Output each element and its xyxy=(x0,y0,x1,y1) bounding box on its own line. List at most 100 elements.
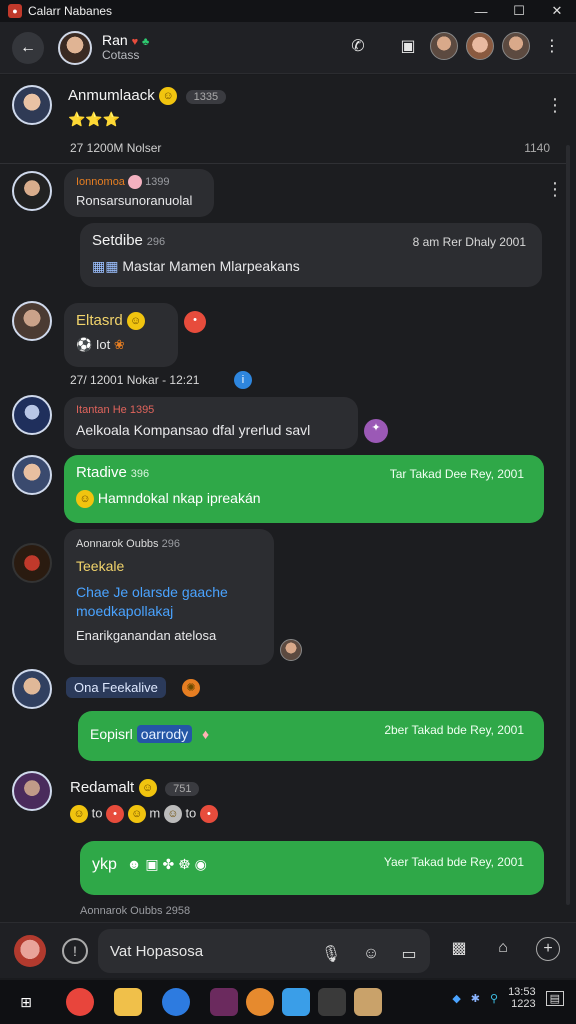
phone-icon[interactable]: ✆ xyxy=(344,32,372,60)
attach-icon[interactable]: ! xyxy=(62,938,88,964)
more-icon[interactable]: ⋮ xyxy=(538,32,566,60)
clock-time: 13:53 xyxy=(508,986,536,998)
time-pill: 296 xyxy=(161,538,180,550)
header-actions: ✆ ▣ ⋮ xyxy=(344,32,566,60)
avatar[interactable] xyxy=(12,669,52,709)
mention-tag[interactable]: Ona Feekalive xyxy=(66,677,166,698)
minimize-button[interactable]: — xyxy=(462,0,500,22)
back-button[interactable]: ← xyxy=(12,31,44,64)
mic-icon[interactable]: 🎙 xyxy=(320,943,342,965)
sender-name: Aonnarok Oubbs xyxy=(76,538,159,550)
video-icon[interactable]: ▣ xyxy=(394,32,422,60)
windows-start-icon[interactable]: ⊞ xyxy=(12,988,40,1016)
message-input-box[interactable]: 🎙 ☺ ▭ xyxy=(98,929,430,973)
close-button[interactable]: ✕ xyxy=(538,0,576,22)
more-icon[interactable]: ⋮ xyxy=(546,179,564,200)
message-bubble[interactable]: Ionnomoa 1399 Ronsarsunoranuolal xyxy=(64,169,214,217)
message-bubble[interactable]: Aonnarok Oubbs 296 Teekale Chae Je olars… xyxy=(64,529,274,665)
participant-avatar[interactable] xyxy=(430,32,458,60)
message-header: Redamalt ☺ 751 xyxy=(70,779,200,797)
sun-emoji-icon: ✺ xyxy=(182,679,200,697)
notification-icon[interactable]: ▤ xyxy=(545,990,564,1006)
reaction-icon[interactable]: ✦ xyxy=(364,419,388,443)
timestamp: 8 am Rer Dhaly 2001 xyxy=(412,235,526,249)
composer-bar: ! 🎙 ☺ ▭ ▩ ⌂ + xyxy=(0,922,576,978)
window-title: Calarr Nabanes xyxy=(28,4,113,18)
avatar[interactable] xyxy=(12,171,52,211)
reactions[interactable]: ☺ to • ☺ m ☺ to • xyxy=(70,805,218,823)
chrome-icon[interactable] xyxy=(66,988,94,1016)
avatar[interactable] xyxy=(12,301,52,341)
reactions[interactable]: ⭐⭐⭐ xyxy=(68,111,120,128)
message-text: Hamndokal nkap ipreakán xyxy=(97,489,261,506)
message-input[interactable] xyxy=(110,939,310,963)
gift-icon[interactable]: ⌂ xyxy=(492,937,514,959)
avatar[interactable] xyxy=(12,771,52,811)
date-separator: 27/ 12001 Nokar - 12:21 xyxy=(70,373,200,387)
window-controls: — ☐ ✕ xyxy=(462,0,576,22)
clock[interactable]: 13:53 1223 xyxy=(508,986,536,1010)
smile-emoji-icon: ☺ xyxy=(126,312,145,331)
mention-tag[interactable]: oarrody xyxy=(136,725,193,743)
sender-name: Anmumlaack xyxy=(68,87,155,105)
sticker-icon[interactable]: ▭ xyxy=(398,943,420,965)
message-text: Iot xyxy=(95,336,111,352)
participant-avatar[interactable] xyxy=(502,32,530,60)
app-icon[interactable] xyxy=(210,988,238,1016)
reaction-label: m xyxy=(149,805,161,821)
messenger-icon[interactable] xyxy=(162,988,190,1016)
message-text: Eopisrl xyxy=(90,726,133,742)
app-icon[interactable] xyxy=(282,988,310,1016)
folder-icon[interactable] xyxy=(114,988,142,1016)
more-icon[interactable]: ⋮ xyxy=(546,95,564,116)
message-text: Ronsarsunoranuolal xyxy=(76,193,193,209)
sender-name: Eltasrd xyxy=(76,312,123,329)
sender-name: Ionnomoa xyxy=(76,176,125,188)
network-icon[interactable]: ◆ xyxy=(452,992,460,1005)
message-text: Mastar Mamen Mlarpeakans xyxy=(122,257,300,274)
time-pill: 751 xyxy=(165,782,200,797)
message-bubble[interactable]: ykp ☻ ▣ ✤ ☸ ◉ Yaer Takad bde Rey, 2001 xyxy=(80,841,544,895)
bluetooth-icon[interactable]: ✱ xyxy=(471,992,480,1005)
avatar[interactable] xyxy=(12,395,52,435)
gallery-icon[interactable]: ▩ xyxy=(448,937,470,959)
maximize-button[interactable]: ☐ xyxy=(500,0,538,22)
face-emoji-icon: • xyxy=(106,805,125,823)
emoji-icon[interactable]: ☺ xyxy=(360,943,382,965)
contact-info[interactable]: Ran ♥ ♣ Cotass xyxy=(102,32,149,62)
read-receipt-avatar xyxy=(280,639,302,661)
app-icon[interactable] xyxy=(246,988,274,1016)
message-bubble[interactable]: Eopisrl oarrody ♦ 2ber Takad bde Rey, 20… xyxy=(78,711,544,761)
avatar[interactable] xyxy=(12,85,52,125)
self-avatar[interactable] xyxy=(14,935,46,967)
message-bubble[interactable]: Eltasrd ☺ ⚽ Iot ❀ xyxy=(64,303,178,367)
contact-avatar[interactable] xyxy=(58,30,92,65)
message-bubble[interactable]: Itantan He 1395 Aelkoala Kompansao dfal … xyxy=(64,397,358,449)
time-pill: 396 xyxy=(130,468,150,480)
app-icon: ● xyxy=(8,4,22,18)
time-pill: 296 xyxy=(146,236,166,248)
participant-avatar[interactable] xyxy=(466,32,494,60)
message-link[interactable]: Chae Je olarsde gaache moedkapollakaj xyxy=(76,583,262,619)
soccer-icon: ⚽ xyxy=(76,336,93,352)
time-pill: 1335 xyxy=(185,90,227,105)
timestamp: 2ber Takad bde Rey, 2001 xyxy=(384,723,524,737)
message-bubble[interactable]: Setdibe 296 ▦▦ Mastar Mamen Mlarpeakans … xyxy=(80,223,542,287)
smile-emoji-icon: ☺ xyxy=(138,779,157,797)
angry-emoji-icon[interactable]: • xyxy=(184,311,206,333)
avatar[interactable] xyxy=(12,543,52,583)
smile-emoji-icon: ☺ xyxy=(76,489,94,508)
leaf-icon: ❀ xyxy=(113,336,125,352)
add-icon[interactable]: + xyxy=(536,937,560,961)
message-bubble[interactable]: Rtadive 396 ☺ Hamndokal nkap ipreakán Ta… xyxy=(64,455,544,523)
wifi-icon[interactable]: ⚲ xyxy=(490,992,498,1005)
photos-icon[interactable] xyxy=(354,988,382,1016)
face-emoji-icon: ☺ xyxy=(127,805,146,823)
smile-emoji-icon: ☺ xyxy=(159,87,178,105)
scrollbar[interactable] xyxy=(566,145,570,905)
message-list[interactable]: Anmumlaack ☺ 1335 ⭐⭐⭐ ⋮ 27 1200M Nolser … xyxy=(0,75,576,922)
settings-icon[interactable] xyxy=(318,988,346,1016)
time-pill: 1399 xyxy=(145,176,170,188)
message-header: Anmumlaack ☺ 1335 xyxy=(68,87,227,105)
avatar[interactable] xyxy=(12,455,52,495)
